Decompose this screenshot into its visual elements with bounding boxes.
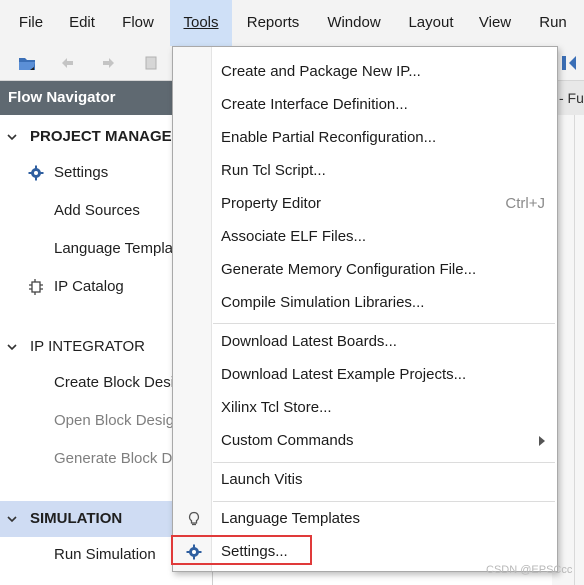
menu-item-label: Compile Simulation Libraries... [221,294,425,311]
chevron-down-icon[interactable] [6,513,18,525]
chevron-down-icon[interactable] [6,131,18,143]
nav-item-label: Settings [54,164,109,181]
menu-item-label: Run Tcl Script... [221,162,326,179]
menu-item-create-interface-definition[interactable]: Create Interface Definition... [173,88,557,121]
section-label: SIMULATION [30,510,123,527]
watermark: CSDN @EPSCcc [486,564,573,576]
open-project-icon[interactable] [16,52,38,74]
menu-item-associate-elf-files[interactable]: Associate ELF Files... [173,220,557,253]
menu-item-label: Create and Package New IP... [221,63,421,80]
menu-item-xilinx-tcl-store[interactable]: Xilinx Tcl Store... [173,391,557,424]
menu-item-label: Launch Vitis [221,471,303,488]
tools-menu: Create and Package New IP... Create Inte… [172,46,558,572]
ip-catalog-icon [29,279,43,295]
menu-item-run-tcl-script[interactable]: Run Tcl Script... [173,154,557,187]
gear-icon [28,165,44,181]
undo-icon[interactable] [56,52,78,74]
menu-tools[interactable]: Tools [170,0,232,46]
menu-item-label: Enable Partial Reconfiguration... [221,129,437,146]
menu-edit[interactable]: Edit [60,0,104,46]
menu-item-label: Associate ELF Files... [221,228,367,245]
menu-item-language-templates[interactable]: Language Templates [173,502,557,535]
menu-item-property-editor[interactable]: Property Editor Ctrl+J [173,187,557,220]
menu-item-label: Xilinx Tcl Store... [221,399,332,416]
menu-run[interactable]: Run [530,0,576,46]
lightbulb-icon [188,511,200,526]
menu-item-download-example-projects[interactable]: Download Latest Example Projects... [173,358,557,391]
layout-icon[interactable] [558,52,580,74]
menu-window[interactable]: Window [320,0,388,46]
menu-item-download-latest-boards[interactable]: Download Latest Boards... [173,325,557,358]
shortcut-label: Ctrl+J [505,195,545,212]
nav-item-label: Generate Block De [54,450,181,467]
menu-item-custom-commands[interactable]: Custom Commands [173,424,557,457]
menu-view[interactable]: View [472,0,518,46]
menu-separator [213,323,555,324]
nav-item-label: IP Catalog [54,278,124,295]
menu-item-label: Language Templates [221,510,360,527]
redo-icon[interactable] [98,52,120,74]
menu-flow[interactable]: Flow [114,0,162,46]
menu-item-label: Custom Commands [221,432,354,449]
menu-item-create-package-ip[interactable]: Create and Package New IP... [173,55,557,88]
menu-bar: File Edit Flow Tools Reports Window Layo… [0,0,584,46]
menu-item-launch-vitis[interactable]: Launch Vitis [173,463,557,496]
section-label: IP INTEGRATOR [30,338,146,355]
copy-icon[interactable] [140,52,162,74]
menu-item-enable-partial-reconfiguration[interactable]: Enable Partial Reconfiguration... [173,121,557,154]
menu-reports[interactable]: Reports [240,0,306,46]
menu-item-label: Download Latest Example Projects... [221,366,467,383]
section-label: PROJECT MANAGE [30,128,172,145]
menu-item-generate-memory-configuration[interactable]: Generate Memory Configuration File... [173,253,557,286]
menu-layout[interactable]: Layout [400,0,462,46]
menu-item-label: Download Latest Boards... [221,333,397,350]
menu-item-compile-simulation-libraries[interactable]: Compile Simulation Libraries... [173,286,557,319]
nav-item-label: Run Simulation [54,546,156,563]
submenu-arrow-icon [539,436,545,446]
nav-item-label: Add Sources [54,202,140,219]
menu-item-label: Generate Memory Configuration File... [221,261,477,278]
nav-item-label: Open Block Desig [54,412,175,429]
nav-item-label: Language Templat [54,240,178,257]
menu-file[interactable]: File [10,0,52,46]
divider [574,115,575,585]
menu-item-label: Property Editor [221,195,322,212]
chevron-down-icon[interactable] [6,341,18,353]
annotation-highlight-box [171,535,312,565]
menu-tools-label: Tools [183,14,219,31]
nav-item-label: Create Block Desi [54,374,175,391]
menu-item-label: Create Interface Definition... [221,96,408,113]
